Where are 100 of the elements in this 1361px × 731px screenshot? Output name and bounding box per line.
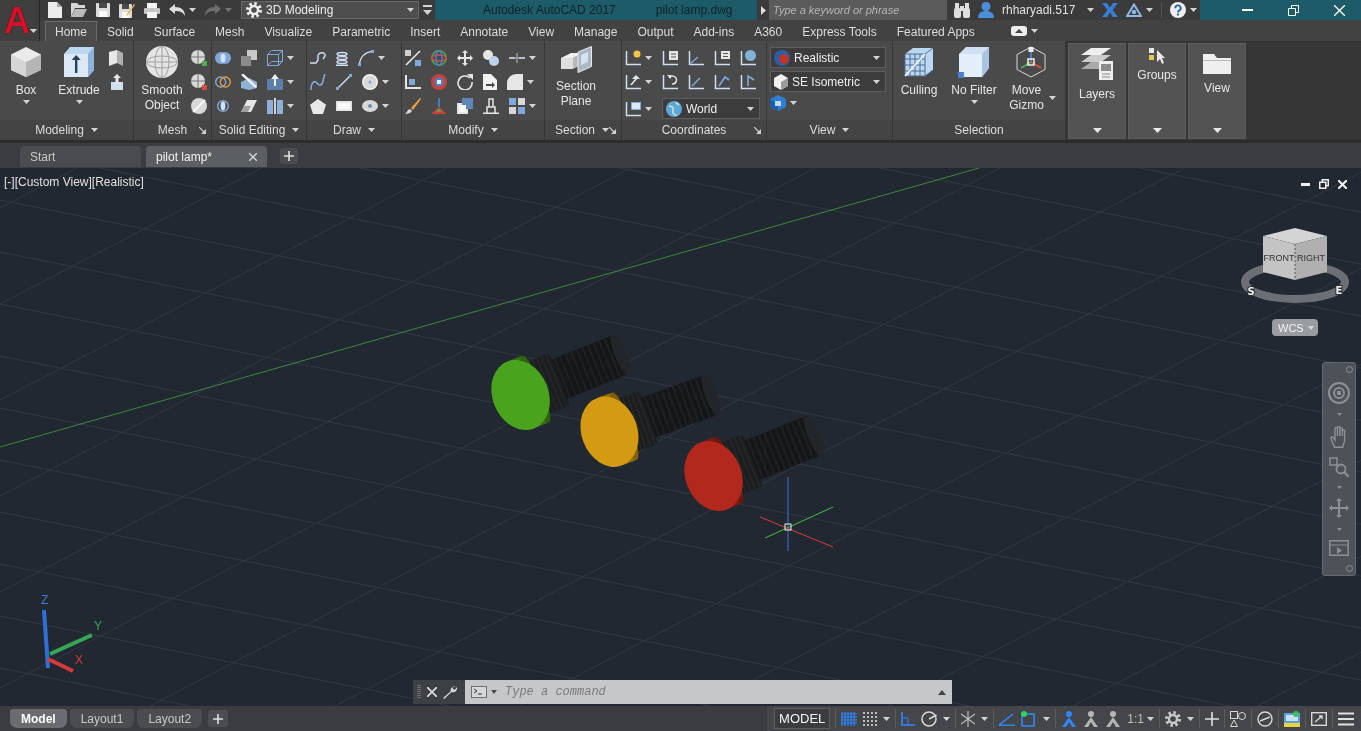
minimize-icon[interactable]: [1301, 182, 1310, 186]
ribbon-tab[interactable]: Output: [627, 21, 684, 41]
ribbon-button[interactable]: Section Plane: [548, 46, 604, 109]
caret-icon[interactable]: [378, 56, 385, 60]
dialog-launcher-icon[interactable]: [754, 126, 761, 134]
film-icon[interactable]: [1329, 539, 1349, 556]
ribbon-tab[interactable]: Annotate: [450, 21, 519, 41]
caret-icon[interactable]: [645, 106, 652, 111]
caret-icon[interactable]: [527, 80, 534, 84]
ribbon-dropdown[interactable]: World: [662, 98, 760, 119]
wireframe-cube-icon[interactable]: [267, 50, 283, 66]
wrench-icon[interactable]: [443, 685, 457, 699]
split-bars-icon[interactable]: [267, 98, 283, 114]
snap-square-icon[interactable]: [1021, 710, 1038, 727]
cube-knife-icon[interactable]: [241, 74, 257, 90]
caret-icon[interactable]: [529, 104, 536, 108]
polyline-icon[interactable]: [310, 52, 326, 64]
arc-icon[interactable]: [358, 50, 374, 66]
caret-icon[interactable]: [790, 101, 797, 105]
ribbon-dropdown[interactable]: Realistic: [770, 47, 886, 68]
angle-line-icon[interactable]: [999, 711, 1016, 726]
hardware-acceleration-icon[interactable]: [1284, 710, 1300, 727]
fullscreen-icon[interactable]: [1311, 711, 1327, 726]
visual-style-link[interactable]: [Realistic]: [91, 175, 144, 189]
x-mark-icon[interactable]: [1102, 3, 1119, 17]
caret-icon[interactable]: [382, 104, 389, 108]
ribbon-tab[interactable]: Surface: [143, 21, 206, 41]
ribbon-tab[interactable]: Solid: [97, 21, 144, 41]
hand-icon[interactable]: [1330, 425, 1348, 448]
copy-circles-icon[interactable]: [483, 50, 499, 66]
circle-icon[interactable]: [362, 74, 378, 90]
dialog-launcher-icon[interactable]: [609, 126, 616, 134]
ribbon-tab[interactable]: Insert: [400, 21, 451, 41]
pentagon-icon[interactable]: [310, 98, 326, 114]
crosshair-plus-icon[interactable]: [1205, 711, 1219, 726]
page-arrow-icon[interactable]: [483, 74, 497, 90]
restore-icon[interactable]: [1319, 179, 1329, 189]
caret-icon[interactable]: [1030, 29, 1038, 33]
grip-icon[interactable]: [417, 685, 421, 699]
zoom-icon[interactable]: [1329, 456, 1349, 477]
prompt-icon[interactable]: [471, 686, 487, 698]
layout-tab[interactable]: Layout1: [69, 709, 135, 728]
caret-icon[interactable]: [189, 8, 196, 12]
axes-arrow-icon[interactable]: [625, 74, 641, 90]
open-folder-icon[interactable]: [71, 3, 87, 17]
collapsed-panel-button[interactable]: Groups: [1128, 43, 1186, 139]
ribbon-button[interactable]: Culling: [896, 46, 942, 98]
crossed-lines-icon[interactable]: [961, 710, 976, 727]
caret-icon[interactable]: [490, 128, 498, 132]
collapsed-panel-button[interactable]: Layers: [1068, 43, 1126, 139]
dialog-launcher-icon[interactable]: [199, 126, 206, 134]
ribbon-dropdown[interactable]: SE Isometric: [770, 71, 886, 92]
cube-arrow-icon[interactable]: [267, 74, 283, 90]
sphere-slash-icon[interactable]: [191, 98, 207, 114]
caret-icon[interactable]: [1190, 8, 1198, 12]
binoculars-icon[interactable]: [954, 2, 970, 18]
save-pencil-icon[interactable]: [119, 2, 135, 18]
new-file-icon[interactable]: [48, 2, 62, 18]
ribbon-tab[interactable]: Visualize: [254, 21, 323, 41]
caret-icon[interactable]: [883, 716, 891, 721]
axes-screen-icon[interactable]: [625, 100, 641, 117]
eraser-icon[interactable]: [241, 100, 257, 112]
axes-icon[interactable]: [688, 50, 704, 66]
caret-icon[interactable]: [981, 716, 989, 721]
file-tab[interactable]: Start: [20, 146, 141, 167]
figure-icon[interactable]: [1061, 710, 1078, 727]
caret-icon[interactable]: [90, 128, 98, 132]
gizmo-rings-icon[interactable]: [431, 50, 447, 66]
save-icon[interactable]: [96, 3, 110, 17]
helix-icon[interactable]: [336, 50, 348, 66]
move-arrows-icon[interactable]: [457, 50, 473, 66]
circle-arrow-icon[interactable]: [457, 74, 473, 90]
undo-icon[interactable]: [169, 4, 185, 16]
caret-icon[interactable]: [382, 80, 389, 84]
viewport-controls-link[interactable]: [-]: [4, 175, 15, 189]
box-arrow-icon[interactable]: [109, 74, 125, 90]
collapsed-panel-button[interactable]: View: [1188, 43, 1246, 139]
axes-globe-icon[interactable]: [740, 50, 756, 66]
axes-bent-icon[interactable]: [714, 74, 730, 90]
dot-grid-icon[interactable]: [863, 711, 878, 726]
caret-icon[interactable]: [287, 56, 294, 60]
ribbon-tab[interactable]: Home: [45, 21, 97, 41]
gizmo-triangle-icon[interactable]: [431, 98, 447, 114]
ribbon-button[interactable]: No Filter: [946, 46, 1002, 104]
viewport-cube-icon[interactable]: [770, 95, 786, 111]
view-cube[interactable]: [1263, 228, 1327, 281]
command-field[interactable]: Type a command: [465, 680, 952, 704]
folded-sheet-icon[interactable]: [109, 50, 123, 66]
ribbon-tab[interactable]: Mesh: [205, 21, 255, 41]
caret-icon[interactable]: [943, 716, 951, 721]
gear-icon[interactable]: [1165, 710, 1181, 727]
caret-icon[interactable]: [287, 104, 294, 108]
ribbon-button[interactable]: Smooth Object: [137, 46, 187, 113]
view-controls-link[interactable]: [Custom View]: [14, 175, 92, 189]
circle-slash-icon[interactable]: [1257, 710, 1273, 727]
close-icon[interactable]: [427, 687, 437, 697]
mesh-sphere-icon[interactable]: [191, 74, 207, 90]
overlapping-rings-icon[interactable]: [215, 76, 231, 88]
caret-icon[interactable]: [645, 80, 652, 84]
caret-icon[interactable]: [1146, 8, 1154, 12]
